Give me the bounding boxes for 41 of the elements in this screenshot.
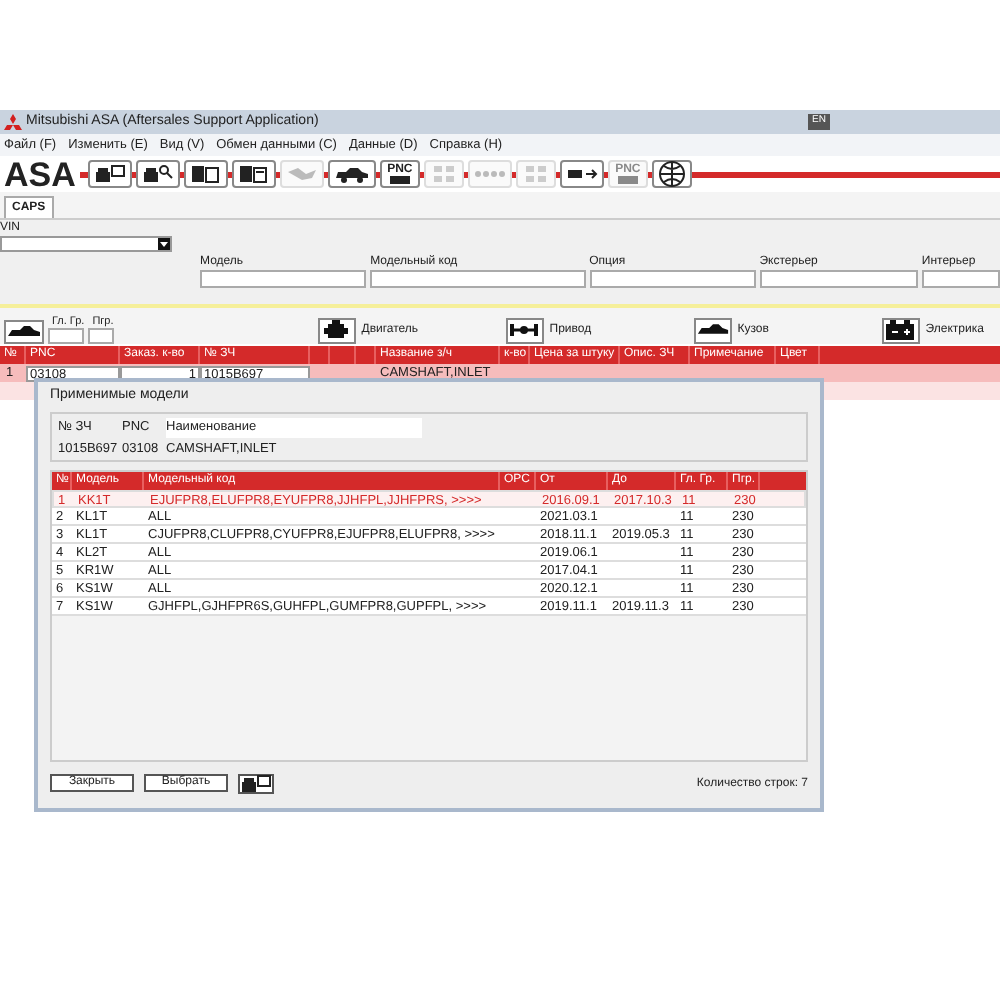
filter-field[interactable]: [759, 270, 918, 288]
documents-icon: [189, 164, 222, 184]
printer-search-icon: [141, 164, 174, 184]
category-button[interactable]: [505, 317, 544, 343]
list-icon: [389, 176, 410, 184]
list-icon: [617, 176, 638, 184]
printer-icon: [93, 164, 126, 184]
group-field[interactable]: [88, 328, 114, 344]
vin-dropdown[interactable]: [0, 236, 172, 252]
filter-field[interactable]: [921, 270, 1000, 288]
grid-icon: [431, 164, 456, 184]
category-button[interactable]: [317, 317, 356, 343]
toolbar-button[interactable]: [327, 160, 376, 188]
toolbar-button[interactable]: [135, 160, 180, 188]
print-button[interactable]: [238, 774, 274, 794]
grid-icon: [523, 164, 548, 184]
category-button[interactable]: [881, 317, 920, 343]
group-field[interactable]: [48, 328, 85, 344]
toolbar-button[interactable]: [651, 160, 692, 188]
dots-icon: [473, 168, 506, 180]
globe-icon: [657, 160, 686, 188]
category-button[interactable]: [693, 317, 732, 343]
engine-icon: [322, 320, 351, 340]
car-body-icon: [6, 324, 42, 340]
printer-icon: [240, 774, 272, 794]
car-button[interactable]: [4, 320, 44, 344]
toolbar-button[interactable]: [231, 160, 276, 188]
axle-icon: [508, 322, 541, 338]
dropdown-caret-icon: [158, 238, 170, 250]
filter-field[interactable]: [370, 270, 586, 288]
toolbar-button[interactable]: [183, 160, 228, 188]
car-body-icon: [695, 322, 730, 338]
toolbar-button[interactable]: [87, 160, 132, 188]
documents-icon: [237, 164, 270, 184]
truck-arrow-icon: [565, 164, 598, 184]
app-logo: ASA: [0, 157, 80, 191]
filter-field[interactable]: [589, 270, 756, 288]
diamonds-logo-icon: [4, 114, 22, 130]
toolbar-button[interactable]: [559, 160, 604, 188]
car-icon: [333, 164, 370, 184]
filter-field[interactable]: [200, 270, 367, 288]
